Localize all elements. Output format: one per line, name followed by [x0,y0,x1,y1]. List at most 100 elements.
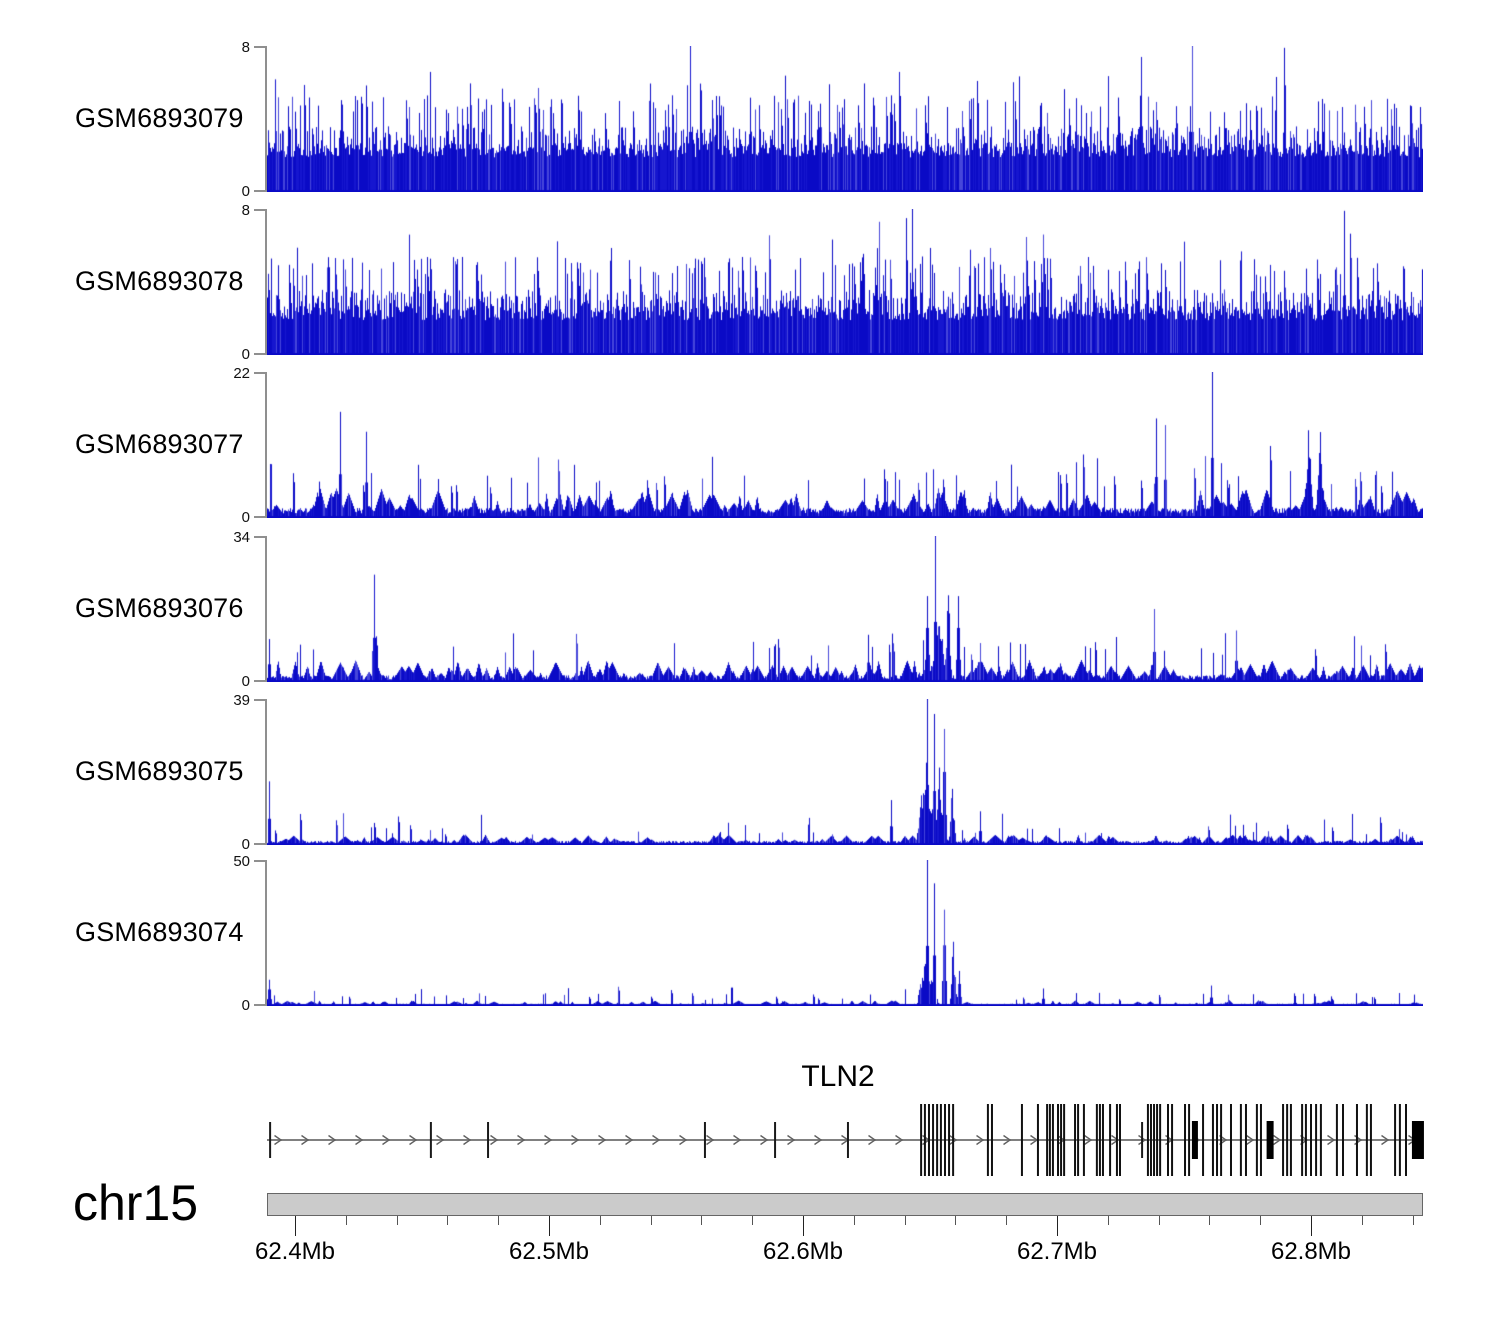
ruler-minor-tick [1006,1216,1007,1225]
ruler-major-tick [549,1216,550,1236]
exon-mark [1301,1104,1303,1176]
gene-model-track [0,1090,1500,1200]
exon-mark [940,1104,942,1176]
chromosome-label: chr15 [73,1174,198,1232]
exon-mark [991,1104,993,1176]
y-axis-tick-label: 0 [206,997,250,1014]
chromosome-ruler-bar [267,1193,1423,1216]
exon-mark [704,1122,706,1158]
y-axis-tick-label: 0 [206,673,250,690]
exon-mark [1046,1104,1048,1176]
exon-mark [1037,1104,1039,1176]
y-axis-tick [254,536,266,538]
exon-mark [952,1104,954,1176]
y-axis-tick [254,699,266,701]
coverage-histogram [267,699,1423,845]
track-label: GSM6893075 [75,756,265,787]
exon-mark [1147,1104,1149,1176]
exon-mark [1021,1104,1023,1176]
y-axis-tick [254,353,266,355]
exon-mark [1077,1104,1079,1176]
coverage-track-row: GSM6893075390 [0,699,1500,845]
exon-mark [936,1104,938,1176]
exon-mark [430,1122,432,1158]
exon-mark [1099,1104,1101,1176]
exon-mark [847,1122,849,1158]
y-axis-tick [254,680,266,682]
ruler-minor-tick [1108,1216,1109,1225]
exon-mark [1342,1104,1344,1176]
ruler-minor-tick [905,1216,906,1225]
ruler-minor-tick [397,1216,398,1225]
exon-mark [1216,1104,1218,1176]
exon-mark [1370,1104,1372,1176]
ruler-minor-tick [651,1216,652,1225]
exon-mark [1305,1104,1307,1176]
exon-mark [928,1104,930,1176]
exon-mark [948,1104,950,1176]
y-axis-tick-label: 0 [206,836,250,853]
exon-mark [1116,1104,1118,1176]
ruler-minor-tick [1260,1216,1261,1225]
exon-mark [1260,1104,1262,1176]
exon-mark [1171,1104,1173,1176]
exon-mark [1153,1104,1155,1176]
track-label: GSM6893078 [75,266,265,297]
exon-mark [1315,1104,1317,1176]
exon-mark [987,1104,989,1176]
ruler-minor-tick [600,1216,601,1225]
exon-mark [1202,1104,1204,1176]
ruler-minor-tick [1159,1216,1160,1225]
exon-mark [1167,1104,1169,1176]
ruler-tick-label: 62.8Mb [1246,1238,1376,1266]
exon-mark [1310,1104,1312,1176]
exon-mark [932,1104,934,1176]
ruler-tick-label: 62.6Mb [738,1238,868,1266]
ruler-minor-tick [1362,1216,1363,1225]
y-axis-tick-label: 0 [206,183,250,200]
exon-mark [1286,1104,1288,1176]
y-axis-tick [254,46,266,48]
ruler-minor-tick [752,1216,753,1225]
exon-mark [1156,1104,1158,1176]
ruler-minor-tick [447,1216,448,1225]
exon-mark [1290,1104,1292,1176]
ruler-tick-label: 62.5Mb [484,1238,614,1266]
exon-mark [1188,1104,1190,1176]
y-axis-tick-label: 8 [206,202,250,219]
track-label: GSM6893076 [75,593,265,624]
y-axis-tick [254,190,266,192]
exon-mark [1049,1104,1051,1176]
y-axis-tick-label: 22 [206,365,250,382]
exon-mark [924,1104,926,1176]
ruler-minor-tick [955,1216,956,1225]
y-axis-tick [254,1004,266,1006]
ruler-tick-label: 62.4Mb [230,1238,360,1266]
exon-mark [1141,1122,1143,1158]
ruler-major-tick [1057,1216,1058,1236]
coverage-track-row: GSM6893077220 [0,372,1500,518]
exon-mark [1230,1104,1232,1176]
exon-mark [1083,1104,1085,1176]
exon-mark [1052,1104,1054,1176]
coverage-track-row: GSM6893074500 [0,860,1500,1006]
exon-mark [1240,1104,1242,1176]
ruler-major-tick [803,1216,804,1236]
ruler-tick-label: 62.7Mb [992,1238,1122,1266]
exon-mark [1184,1104,1186,1176]
track-label: GSM6893077 [75,429,265,460]
exon-mark [1192,1121,1198,1159]
exon-mark [774,1122,776,1158]
exon-mark [1220,1104,1222,1176]
y-axis-tick-label: 0 [206,346,250,363]
y-axis-tick-label: 0 [206,509,250,526]
exon-mark [1150,1104,1152,1176]
coverage-histogram [267,536,1423,682]
exon-mark [1074,1104,1076,1176]
y-axis-tick [254,843,266,845]
ruler-minor-tick [701,1216,702,1225]
exon-mark [1267,1121,1274,1159]
y-axis-tick [254,516,266,518]
y-axis-tick-label: 50 [206,853,250,870]
exon-mark [1412,1121,1424,1159]
